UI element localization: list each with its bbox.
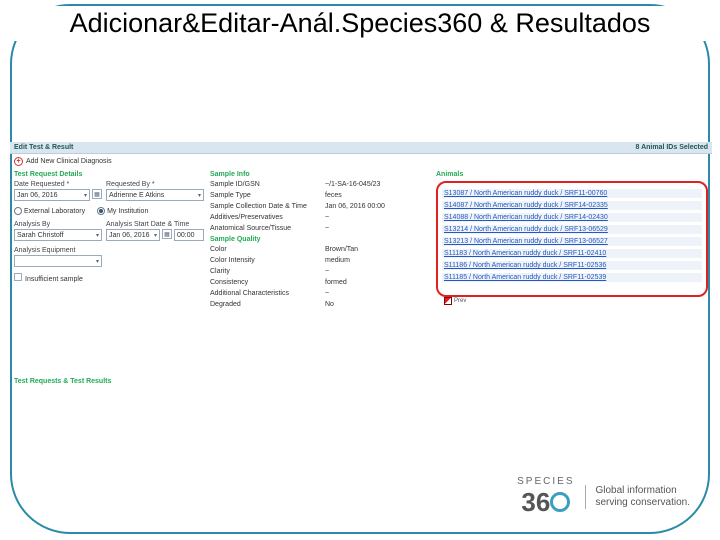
field-label: Color Intensity	[210, 257, 325, 264]
field-label: Consistency	[210, 279, 325, 286]
field-value: ~/1-SA-16-045/23	[325, 181, 380, 188]
field-label: Anatomical Source/Tissue	[210, 225, 325, 232]
slide-title: Adicionar&Editar-Anál.Species360 & Resul…	[0, 6, 720, 41]
field-label: Sample Type	[210, 192, 325, 199]
animals-column: Animals S13087 / North American ruddy du…	[436, 169, 708, 312]
field-value: Jan 06, 2016 00:00	[325, 203, 385, 210]
field-label: Color	[210, 246, 325, 253]
plus-icon: +	[14, 157, 23, 166]
sample-column: Sample Info Sample ID/GSN~/1-SA-16-045/2…	[210, 169, 430, 312]
radio-my-institution[interactable]: My Institution	[97, 207, 148, 215]
flag-icon	[444, 297, 452, 305]
panel-title-right: 8 Animal IDs Selected	[636, 144, 709, 151]
field-value: Brown/Tan	[325, 246, 358, 253]
field-row: Anatomical Source/Tissue~	[210, 225, 430, 232]
analysis-start-time-input[interactable]: 00:00	[174, 229, 204, 241]
field-value: ~	[325, 225, 329, 232]
requested-by-label: Requested By *	[106, 181, 204, 188]
analysis-start-label: Analysis Start Date & Time	[106, 221, 204, 228]
logo-circle-icon	[550, 492, 570, 512]
panel-title-left: Edit Test & Result	[14, 144, 73, 151]
insufficient-sample-checkbox[interactable]: Insufficient sample	[14, 273, 204, 283]
field-value: ~	[325, 290, 329, 297]
calendar-icon[interactable]: ▦	[92, 189, 102, 199]
field-row: ColorBrown/Tan	[210, 246, 430, 253]
logo-360: 36	[517, 487, 574, 518]
animal-link[interactable]: S14088 / North American ruddy duck / SRF…	[442, 213, 702, 222]
add-clinical-diagnosis-link[interactable]: + Add New Clinical Diagnosis	[10, 154, 712, 169]
animal-link[interactable]: S14087 / North American ruddy duck / SRF…	[442, 201, 702, 210]
field-value: ~	[325, 268, 329, 275]
section-sample-quality: Sample Quality	[210, 236, 430, 243]
field-label: Sample Collection Date & Time	[210, 203, 325, 210]
animals-highlight-box: S13087 / North American ruddy duck / SRF…	[436, 181, 708, 297]
field-value: feces	[325, 192, 342, 199]
section-animals: Animals	[436, 171, 708, 178]
panel-header: Edit Test & Result 8 Animal IDs Selected	[10, 142, 712, 154]
date-requested-label: Date Requested *	[14, 181, 102, 188]
field-value: formed	[325, 279, 347, 286]
section-sample-info: Sample Info	[210, 171, 430, 178]
analysis-by-select[interactable]: Sarah Christoff▾	[14, 229, 102, 241]
field-row: Sample ID/GSN~/1-SA-16-045/23	[210, 181, 430, 188]
animal-link[interactable]: S11186 / North American ruddy duck / SRF…	[442, 261, 702, 270]
animal-link[interactable]: S11185 / North American ruddy duck / SRF…	[442, 273, 702, 282]
field-label: Clarity	[210, 268, 325, 275]
analysis-equipment-select[interactable]: ▾	[14, 255, 102, 267]
logo-brand-text: SPECIES	[517, 476, 574, 487]
calendar-icon[interactable]: ▦	[162, 229, 172, 239]
animal-link[interactable]: S11183 / North American ruddy duck / SRF…	[442, 249, 702, 258]
section-test-request: Test Request Details	[14, 171, 204, 178]
field-label: Additional Characteristics	[210, 290, 325, 297]
analysis-equipment-label: Analysis Equipment	[14, 247, 102, 254]
field-label: Additives/Preservatives	[210, 214, 325, 221]
species360-logo: SPECIES 36 Global information serving co…	[517, 476, 690, 518]
section-test-results: Test Requests & Test Results	[14, 378, 111, 385]
field-row: Sample Typefeces	[210, 192, 430, 199]
logo-tagline-1: Global information	[596, 485, 691, 497]
logo-tagline-2: serving conservation.	[596, 497, 691, 509]
prev-link[interactable]: Prev	[440, 297, 708, 305]
field-row: Color Intensitymedium	[210, 257, 430, 264]
field-value: medium	[325, 257, 350, 264]
requested-by-select[interactable]: Adrienne E Atkins▾	[106, 189, 204, 201]
field-row: DegradedNo	[210, 301, 430, 308]
field-label: Sample ID/GSN	[210, 181, 325, 188]
radio-external-lab[interactable]: External Laboratory	[14, 207, 85, 215]
add-diag-label: Add New Clinical Diagnosis	[26, 158, 112, 165]
field-value: No	[325, 301, 334, 308]
animal-link[interactable]: S13087 / North American ruddy duck / SRF…	[442, 189, 702, 198]
field-row: Consistencyformed	[210, 279, 430, 286]
field-row: Additional Characteristics~	[210, 290, 430, 297]
date-requested-input[interactable]: Jan 06, 2016▾	[14, 189, 90, 201]
field-row: Sample Collection Date & TimeJan 06, 201…	[210, 203, 430, 210]
field-value: ~	[325, 214, 329, 221]
test-request-column: Test Request Details Date Requested * Ja…	[14, 169, 204, 312]
field-row: Clarity~	[210, 268, 430, 275]
animal-link[interactable]: S13213 / North American ruddy duck / SRF…	[442, 237, 702, 246]
animal-link[interactable]: S13214 / North American ruddy duck / SRF…	[442, 225, 702, 234]
field-row: Additives/Preservatives~	[210, 214, 430, 221]
analysis-start-date-input[interactable]: Jan 06, 2016▾	[106, 229, 160, 241]
app-panel: Edit Test & Result 8 Animal IDs Selected…	[10, 142, 712, 312]
field-label: Degraded	[210, 301, 325, 308]
analysis-by-label: Analysis By	[14, 221, 102, 228]
